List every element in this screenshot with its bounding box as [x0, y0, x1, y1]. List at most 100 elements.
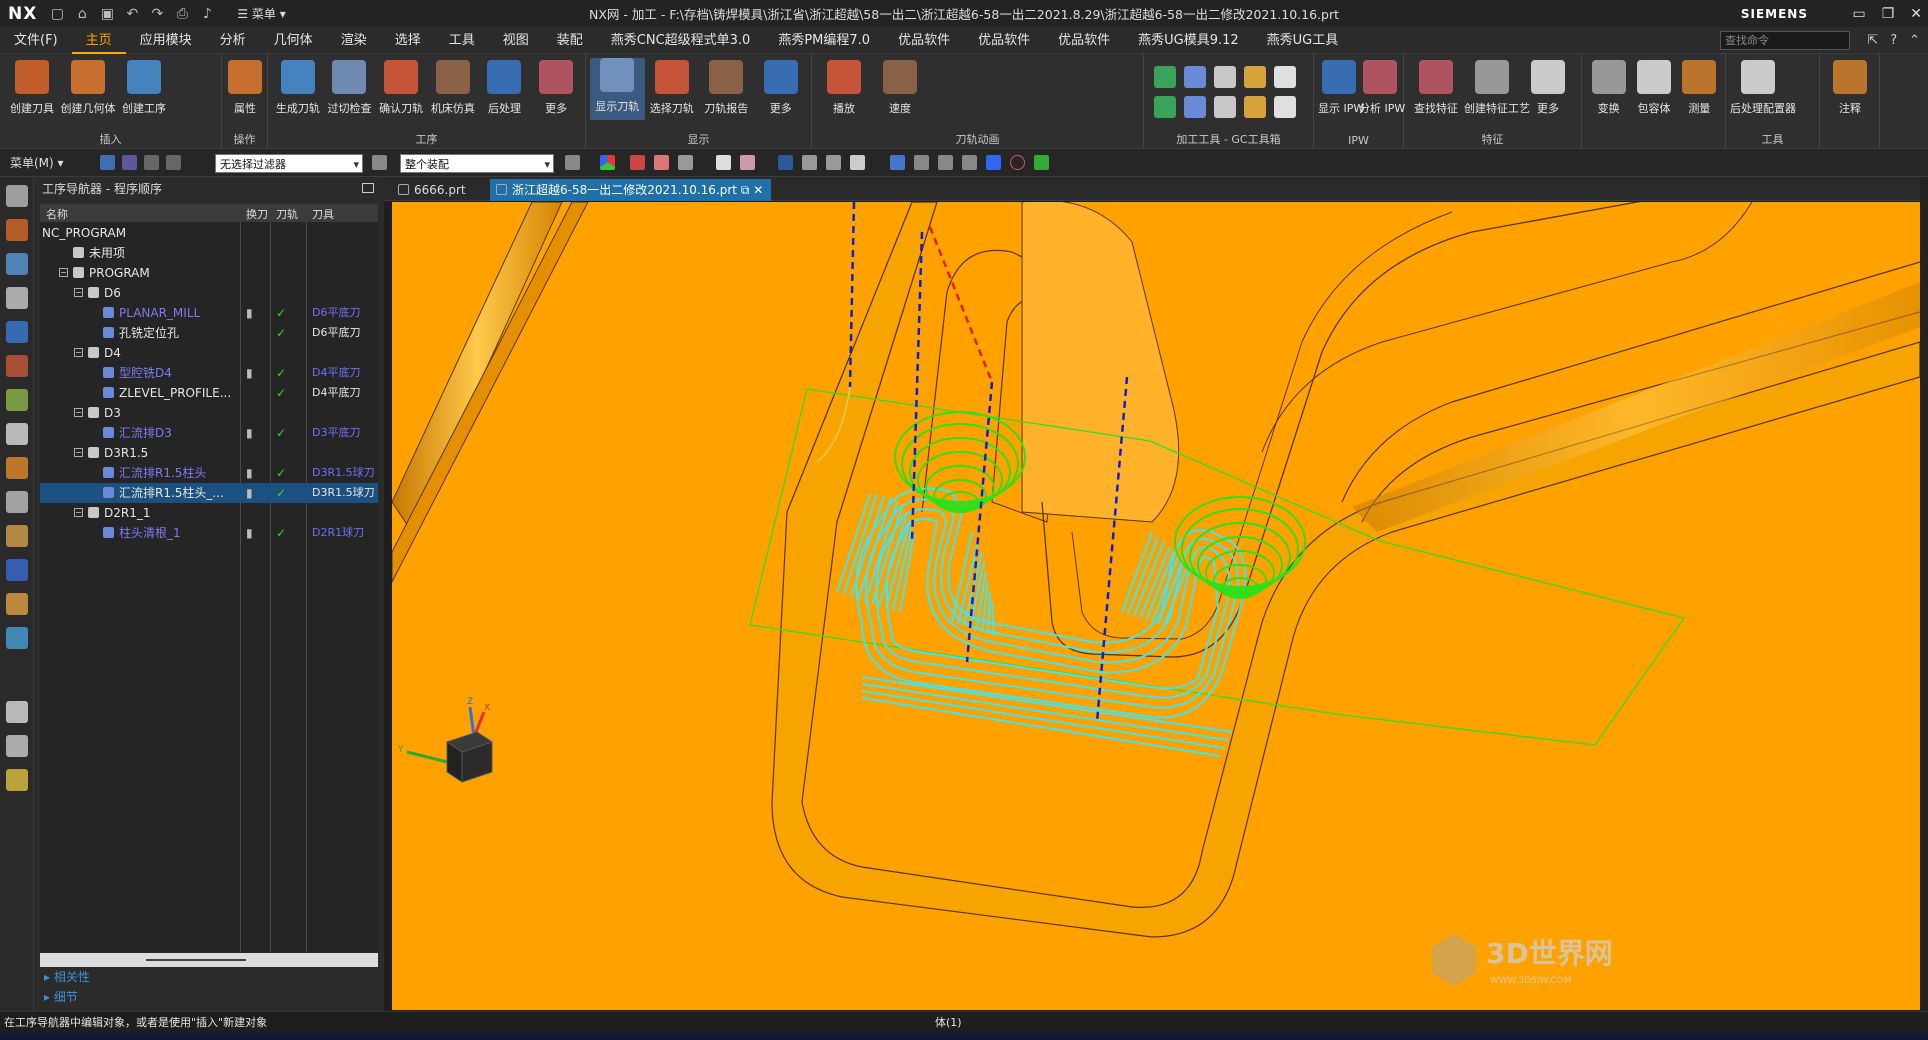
- minimize-icon[interactable]: ▭: [1852, 6, 1865, 22]
- expand-toggle-icon[interactable]: −: [74, 288, 83, 297]
- tree-row[interactable]: 孔铣定位孔 ✓ D6平底刀: [40, 323, 378, 343]
- tree-row[interactable]: ZLEVEL_PROFILE... ✓ D4平底刀: [40, 383, 378, 403]
- menu-item[interactable]: 渲染: [327, 27, 381, 54]
- gc-tool-icon[interactable]: [1244, 96, 1266, 118]
- ribbon-button[interactable]: 播放: [816, 60, 872, 116]
- resource-bar-icon[interactable]: [6, 185, 28, 207]
- tree-row[interactable]: 汇流排R1.5柱头_... ▮ ✓ D3R1.5球刀: [40, 483, 378, 503]
- section-dependencies[interactable]: ▸ 相关性: [44, 968, 90, 985]
- select-options-icon[interactable]: [144, 155, 159, 170]
- tree-row[interactable]: − D2R1_1: [40, 503, 378, 523]
- gc-tool-icon[interactable]: [1274, 96, 1296, 118]
- expand-toggle-icon[interactable]: −: [74, 348, 83, 357]
- column-tool-change[interactable]: 换刀: [246, 206, 268, 222]
- tab-6666[interactable]: 6666.prt: [392, 179, 474, 201]
- ribbon-button[interactable]: 查找特征: [1408, 60, 1464, 116]
- ribbon-button[interactable]: 后处理: [479, 60, 531, 116]
- ribbon-button[interactable]: 机床仿真: [427, 60, 479, 116]
- column-name[interactable]: 名称: [46, 206, 68, 222]
- tree-row[interactable]: 汇流排R1.5柱头 ▮ ✓ D3R1.5球刀: [40, 463, 378, 483]
- tree-row[interactable]: PLANAR_MILL ▮ ✓ D6平底刀: [40, 303, 378, 323]
- ribbon-button[interactable]: 创建几何体: [60, 60, 116, 116]
- menu-item[interactable]: 燕秀PM编程7.0: [764, 27, 884, 54]
- menu-item[interactable]: 优品软件: [1044, 27, 1124, 54]
- snap-control-icon[interactable]: [962, 155, 977, 170]
- ribbon-button[interactable]: 包容体: [1631, 60, 1676, 116]
- expand-toggle-icon[interactable]: −: [74, 448, 83, 457]
- ribbon-button[interactable]: 后处理配置器: [1730, 60, 1796, 116]
- resource-bar-icon[interactable]: [6, 457, 28, 479]
- selection-filter-dropdown[interactable]: 无选择过滤器: [215, 154, 363, 174]
- ribbon-button[interactable]: 更多: [1520, 60, 1576, 116]
- color-icon[interactable]: [600, 155, 615, 170]
- menu-item[interactable]: 应用模块: [126, 27, 206, 54]
- resource-bar-icon[interactable]: [6, 701, 28, 723]
- ribbon-button[interactable]: 更多: [530, 60, 582, 116]
- gc-tool-icon[interactable]: [1154, 66, 1176, 88]
- ribbon-button[interactable]: 更多: [754, 60, 809, 116]
- close-icon[interactable]: ✕: [1910, 6, 1922, 22]
- select-body-icon[interactable]: [654, 155, 669, 170]
- shaded-icon[interactable]: [716, 155, 731, 170]
- menu-item[interactable]: 视图: [489, 27, 543, 54]
- tree-row[interactable]: − D3: [40, 403, 378, 423]
- print-icon[interactable]: ⎙: [174, 6, 190, 22]
- ribbon-button[interactable]: 测量: [1677, 60, 1722, 116]
- ribbon-button[interactable]: 创建特征工艺: [1464, 60, 1530, 116]
- resource-bar-icon[interactable]: [6, 253, 28, 275]
- ribbon-button[interactable]: 分析 IPW: [1359, 60, 1405, 116]
- assembly-scope-dropdown[interactable]: 整个装配: [400, 154, 554, 174]
- resource-bar-icon[interactable]: [6, 559, 28, 581]
- select-face-icon[interactable]: [678, 155, 693, 170]
- snap-icon[interactable]: [565, 155, 580, 170]
- hide-icon[interactable]: [826, 155, 841, 170]
- menu-item[interactable]: 几何体: [260, 27, 327, 54]
- snap-point-icon[interactable]: [890, 155, 905, 170]
- tree-row[interactable]: − D4: [40, 343, 378, 363]
- snap-end-icon[interactable]: [914, 155, 929, 170]
- snap-center-icon[interactable]: [1010, 155, 1025, 170]
- save-icon[interactable]: ▣: [99, 6, 115, 22]
- resource-bar-icon[interactable]: [6, 491, 28, 513]
- resource-bar-icon[interactable]: [6, 627, 28, 649]
- new-file-icon[interactable]: ▢: [49, 6, 65, 22]
- tree-row[interactable]: NC_PROGRAM: [40, 223, 378, 243]
- expand-icon[interactable]: ⇱: [1867, 33, 1878, 48]
- view-icon[interactable]: [850, 155, 865, 170]
- ribbon-button[interactable]: 生成刀轨: [272, 60, 324, 116]
- snap-mid-icon[interactable]: [938, 155, 953, 170]
- ribbon-button[interactable]: 过切检查: [324, 60, 376, 116]
- ribbon-button[interactable]: 确认刀轨: [375, 60, 427, 116]
- gc-tool-icon[interactable]: [1244, 66, 1266, 88]
- ribbon-button[interactable]: 注释: [1824, 60, 1876, 116]
- graphics-viewport[interactable]: Y Z X 3D世界网 WWW.3DSJW.COM: [392, 202, 1920, 1010]
- ribbon-button[interactable]: 选择刀轨: [645, 60, 700, 116]
- resource-bar-icon[interactable]: [6, 593, 28, 615]
- ribbon-button[interactable]: 创建刀具: [4, 60, 60, 116]
- tree-row[interactable]: − D6: [40, 283, 378, 303]
- collapse-icon[interactable]: ⌃: [1909, 33, 1920, 48]
- menu-item[interactable]: 优品软件: [964, 27, 1044, 54]
- open-file-icon[interactable]: ⌂: [74, 6, 90, 22]
- resource-bar-icon[interactable]: [6, 735, 28, 757]
- resource-bar-icon[interactable]: [6, 423, 28, 445]
- mcs-icon[interactable]: [778, 155, 793, 170]
- tree-row[interactable]: 未用项: [40, 243, 378, 263]
- resource-bar-icon[interactable]: [6, 525, 28, 547]
- menu-item[interactable]: 优品软件: [884, 27, 964, 54]
- right-scrollbar[interactable]: [1920, 177, 1928, 1011]
- expand-toggle-icon[interactable]: −: [74, 408, 83, 417]
- resource-bar-icon[interactable]: [6, 287, 28, 309]
- expand-toggle-icon[interactable]: −: [59, 268, 68, 277]
- title-menu-button[interactable]: ☰ 菜单 ▾: [237, 5, 285, 22]
- resource-bar-icon[interactable]: [6, 769, 28, 791]
- command-search-input[interactable]: 查找命令: [1720, 31, 1850, 50]
- gc-tool-icon[interactable]: [1274, 66, 1296, 88]
- tree-row[interactable]: − D3R1.5: [40, 443, 378, 463]
- ribbon-button[interactable]: 属性: [226, 60, 264, 116]
- ribbon-button[interactable]: 显示 IPW: [1318, 60, 1364, 116]
- gc-tool-icon[interactable]: [1214, 96, 1236, 118]
- resource-bar-icon[interactable]: [6, 355, 28, 377]
- select-icon[interactable]: [100, 155, 115, 170]
- menu-item[interactable]: 选择: [381, 27, 435, 54]
